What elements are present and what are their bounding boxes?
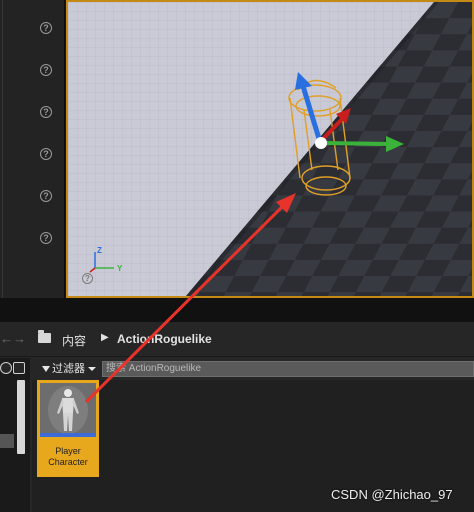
path-bar: ← → 内容 ▶ ActionRoguelike <box>0 322 474 357</box>
panel-separator <box>0 298 474 322</box>
search-input[interactable]: 搜索 ActionRoguelike <box>102 361 474 377</box>
funnel-icon <box>42 366 50 373</box>
filter-label: 过滤器 <box>52 363 85 375</box>
breadcrumb-current[interactable]: ActionRoguelike <box>117 332 212 346</box>
help-icon[interactable]: ? <box>40 22 52 34</box>
source-selection[interactable] <box>0 434 14 448</box>
asset-name-line1: Player <box>55 446 81 456</box>
forward-icon[interactable]: → <box>13 331 26 346</box>
help-icon[interactable]: ? <box>40 190 52 202</box>
sources-toolbar <box>0 358 30 512</box>
asset-type-bar <box>40 433 96 437</box>
scrollbar[interactable] <box>17 380 25 454</box>
filter-button[interactable]: 过滤器 <box>36 360 100 378</box>
back-icon[interactable]: ← <box>0 331 13 346</box>
watermark: CSDN @Zhichao_97 <box>331 487 453 502</box>
asset-toolbar: 过滤器 搜索 ActionRoguelike <box>0 358 474 380</box>
character-mannequin-icon <box>40 383 96 437</box>
asset-name: Player Character <box>37 446 99 468</box>
axis-y-label: Y <box>117 264 123 273</box>
help-icon[interactable]: ? <box>40 148 52 160</box>
level-viewport[interactable]: Z Y ? <box>66 0 474 298</box>
help-icon[interactable]: ? <box>40 106 52 118</box>
viewport-scene <box>68 2 472 296</box>
asset-tile-player-character[interactable]: Player Character <box>37 380 99 477</box>
breadcrumb-separator: ▶ <box>101 332 109 343</box>
help-icon[interactable]: ? <box>82 273 93 284</box>
folder-icon[interactable] <box>38 330 51 343</box>
help-icon[interactable]: ? <box>40 64 52 76</box>
chevron-down-icon <box>88 367 96 372</box>
axis-z-label: Z <box>97 246 102 255</box>
panel-divider <box>2 0 3 298</box>
asset-thumbnail <box>40 383 96 437</box>
details-panel: ? ? ? ? ? ? <box>0 0 65 298</box>
breadcrumb-root[interactable]: 内容 <box>62 332 86 349</box>
asset-name-line2: Character <box>48 457 88 467</box>
help-icon[interactable]: ? <box>40 232 52 244</box>
